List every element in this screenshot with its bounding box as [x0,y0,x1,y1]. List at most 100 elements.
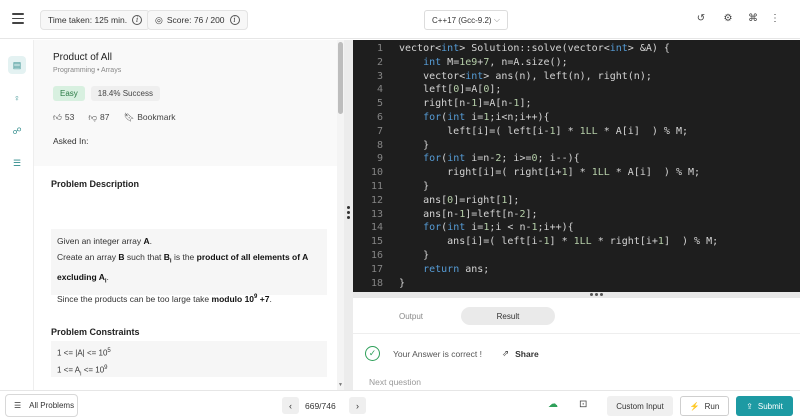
left-rail: ▤ ♀ ☍ ☰ [0,40,34,390]
code-line[interactable]: 14 for(int i=1;i < n-1;i++){ [353,222,800,236]
code-text[interactable]: ans[i]=( left[i-1] * 1LL * right[i+1] ) … [399,236,718,247]
code-text[interactable]: right[n-1]=A[n-1]; [399,98,531,109]
more-options-icon[interactable]: ⋮ [769,13,781,24]
reset-icon[interactable]: ↺ [695,13,707,24]
code-text[interactable]: } [399,181,429,192]
next-problem-button[interactable]: › [349,397,366,414]
code-text[interactable]: left[0]=A[0]; [399,84,501,95]
code-line[interactable]: 8 } [353,140,800,154]
code-line[interactable]: 16 } [353,250,800,264]
code-text[interactable]: ans[n-1]=left[n-2]; [399,209,537,220]
code-line[interactable]: 18} [353,278,800,292]
code-text[interactable]: } [399,278,405,289]
previous-problem-button[interactable]: ‹ [282,397,299,414]
tab-output[interactable]: Output [363,307,459,325]
scroll-down-icon[interactable]: ▼ [337,382,344,388]
code-text[interactable]: for(int i=n-2; i>=0; i--){ [399,153,580,164]
code-line[interactable]: 5 right[n-1]=A[n-1]; [353,98,800,112]
info-icon[interactable]: i [132,15,143,25]
code-line[interactable]: 4 left[0]=A[0]; [353,84,800,98]
discussion-icon[interactable]: ☍ [8,122,26,140]
code-line[interactable]: 3 vector<int> ans(n), left(n), right(n); [353,71,800,85]
run-button[interactable]: ⚡ Run [680,396,729,416]
constraint-line: 1 <= |A| <= 105 [57,348,111,358]
code-line[interactable]: 12 ans[0]=right[1]; [353,195,800,209]
code-text[interactable]: int M=1e9+7, n=A.size(); [399,57,568,68]
code-text[interactable]: vector<int> ans(n), left(n), right(n); [399,71,652,82]
dislikes-count: 87 [100,112,110,122]
code-line[interactable]: 17 return ans; [353,264,800,278]
code-line[interactable]: 1 vector<int> Solution::solve(vector<int>… [353,43,800,57]
code-line[interactable]: 9 for(int i=n-2; i>=0; i--){ [353,153,800,167]
code-line[interactable]: 6 for(int i=1;i<n;i++){ [353,112,800,126]
line-number: 12 [370,194,383,206]
next-question-link[interactable]: Next question [369,377,421,387]
share-label: Share [515,348,539,359]
code-line[interactable]: 2 int M=1e9+7, n=A.size(); [353,57,800,71]
submit-button[interactable]: ⇪ Submit [736,396,793,416]
line-number: 13 [370,208,383,220]
run-label: Run [704,401,720,411]
difficulty-badge: Easy [53,86,85,101]
output-panel: Output Result ✓ Your Answer is correct !… [353,298,800,390]
cloud-saved-icon: ☁ [548,399,558,410]
time-taken-pill: Time taken: 125 min. i [40,10,151,30]
line-number: 2 [376,56,383,68]
settings-icon[interactable]: ⚙ [722,13,734,24]
language-select[interactable]: C++17 (Gcc-9.2) ⌵ [424,10,508,30]
chevron-down-icon: ⌵ [493,15,500,24]
line-number: 18 [370,277,383,289]
code-text[interactable]: for(int i=1;i<n;i++){ [399,112,549,123]
code-line[interactable]: 15 ans[i]=( left[i-1] * 1LL * right[i+1]… [353,236,800,250]
list-icon[interactable]: ☰ [8,154,26,172]
code-editor[interactable]: 1 vector<int> Solution::solve(vector<int>… [353,40,800,292]
share-icon: ⇗ [501,348,510,358]
code-text[interactable]: for(int i=1;i < n-1;i++){ [399,222,574,233]
bottom-bar: ☰ All Problems ‹ 669/746 › ☁ ⊡ Custom In… [0,390,800,419]
all-problems-button[interactable]: ☰ All Problems [5,394,78,417]
code-line[interactable]: 13 ans[n-1]=left[n-2]; [353,209,800,223]
lightning-icon: ⚡ [689,401,700,411]
output-tabs: Output Result [353,298,800,334]
score-pill: ◎ Score: 76 / 200 i [147,10,248,30]
code-text[interactable]: return ans; [399,264,489,275]
code-line[interactable]: 11 } [353,181,800,195]
hint-icon[interactable]: ♀ [8,89,26,107]
chevron-right-icon: › [356,400,359,411]
result-row: ✓ Your Answer is correct ! ⇗ Share [365,346,539,361]
scrollbar-thumb[interactable] [338,42,343,114]
code-line[interactable]: 10 right[i]=( right[i+1] * 1LL * A[i] ) … [353,167,800,181]
code-text[interactable]: } [399,140,429,151]
description-tab-icon[interactable]: ▤ [8,56,26,74]
custom-input-button[interactable]: Custom Input [607,396,673,416]
bookmark-button[interactable]: 🔖︎ Bookmark [123,112,175,123]
dislike-button[interactable]: 👎︎ 87 [88,112,109,123]
line-number: 9 [376,153,383,165]
drag-handle-icon[interactable] [347,206,350,221]
language-value: C++17 (Gcc-9.2) [432,15,492,25]
score-value: 76 / 200 [193,15,225,25]
terminal-icon[interactable]: ⊡ [579,399,587,410]
problem-title: Product of All [53,52,112,63]
code-text[interactable]: right[i]=( right[i+1] * 1LL * A[i] ) % M… [399,167,700,178]
code-text[interactable]: ans[0]=right[1]; [399,195,519,206]
line-number: 11 [370,181,383,192]
code-text[interactable]: vector<int> Solution::solve(vector<int> … [399,43,670,54]
shortcuts-icon[interactable]: ⌘ [747,13,759,24]
share-button[interactable]: ⇗ Share [502,348,539,359]
code-text[interactable]: } [399,250,429,261]
code-line[interactable]: 7 left[i]=( left[i-1] * 1LL * A[i] ) % M… [353,126,800,140]
problem-header: Product of All Programming • Arrays Easy… [34,40,344,166]
constraints-box: 1 <= |A| <= 105 1 <= Ai <= 109 [51,341,327,377]
score-label: Score: [166,15,192,25]
problem-counter: 669/746 [305,401,336,411]
menu-icon[interactable] [12,13,24,24]
vertical-splitter[interactable] [344,40,353,390]
line-number: 14 [370,222,383,234]
tab-result[interactable]: Result [461,307,555,325]
drag-handle-icon[interactable] [590,293,603,296]
code-text[interactable]: left[i]=( left[i-1] * 1LL * A[i] ) % M; [399,126,688,137]
like-button[interactable]: 👍︎ 53 [53,112,74,123]
info-icon[interactable]: i [229,15,240,25]
problem-scrollbar[interactable]: ▼ [337,40,344,390]
